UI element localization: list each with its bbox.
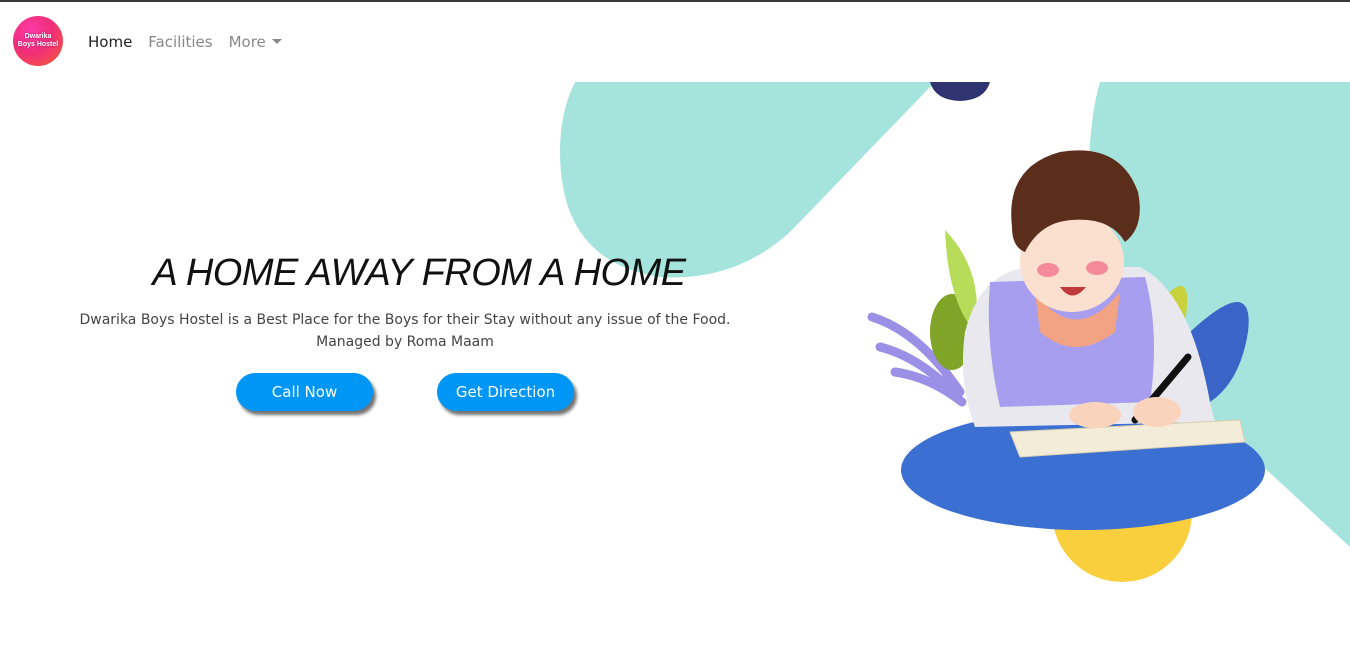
nav-facilities-link[interactable]: Facilities — [148, 33, 212, 51]
hero-buttons: Call Now Get Direction — [0, 373, 1350, 413]
nav-home-link[interactable]: Home — [88, 33, 132, 51]
right-cheek-shape — [1086, 261, 1108, 275]
nav-links: Home Facilities More — [88, 33, 298, 51]
hero-description-line-2: Managed by Roma Maam — [316, 334, 494, 350]
left-cheek-shape — [1037, 263, 1059, 277]
nav-more-dropdown[interactable]: More — [229, 33, 282, 51]
hero-description: Dwarika Boys Hostel is a Best Place for … — [60, 309, 750, 353]
get-direction-button[interactable]: Get Direction — [437, 373, 574, 411]
hero-description-line-1: Dwarika Boys Hostel is a Best Place for … — [79, 312, 731, 328]
page: Dwarika Boys Hostel Home Facilities More… — [0, 0, 1350, 659]
nav-more-label: More — [228, 33, 266, 51]
navbar: Dwarika Boys Hostel Home Facilities More — [0, 2, 1350, 82]
navy-circle-shape — [930, 82, 990, 101]
logo-line-2: Boys Hostel — [17, 41, 59, 48]
brand-logo[interactable]: Dwarika Boys Hostel — [13, 16, 63, 66]
hero-text: A HOME AWAY FROM A HOME Dwarika Boys Hos… — [60, 252, 750, 353]
caret-down-icon — [271, 39, 282, 44]
logo-line-1: Dwarika — [24, 33, 52, 40]
hero-title: A HOME AWAY FROM A HOME — [152, 252, 686, 294]
call-now-button[interactable]: Call Now — [236, 373, 373, 411]
mint-blob-left-shape — [560, 82, 935, 278]
